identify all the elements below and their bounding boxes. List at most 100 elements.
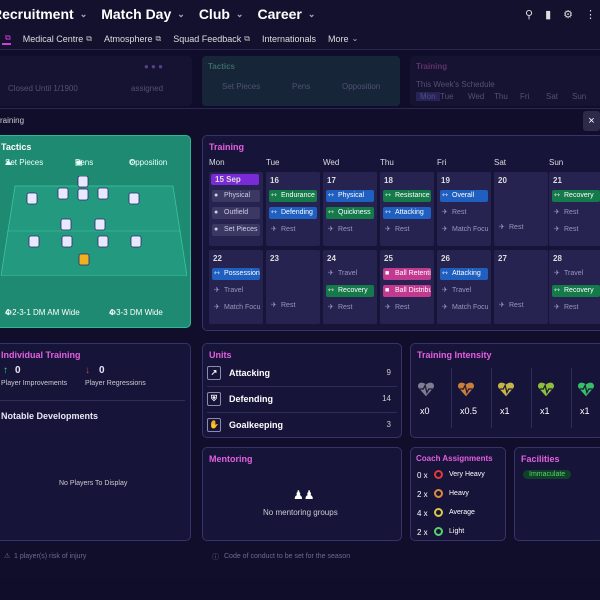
training-card[interactable]: Training Mon Tue Wed Thu Fri Sat Sun 15 Sep ● Phy… xyxy=(202,135,600,331)
unit-row-attacking[interactable]: ↗ Attacking 9 xyxy=(207,364,397,384)
training-session[interactable]: ⇿ Resistance xyxy=(383,190,431,202)
mentoring-card[interactable]: Mentoring ♟♟ No mentoring groups xyxy=(202,447,402,541)
training-session[interactable]: ⇿ Defending xyxy=(269,207,317,219)
session-icon: ⇿ xyxy=(385,192,391,199)
training-session[interactable]: ■ Ball Retention xyxy=(383,268,431,280)
training-session[interactable]: ⇿ Physical xyxy=(326,190,374,202)
player-shirt[interactable] xyxy=(97,187,109,200)
training-session[interactable]: ✈ Rest xyxy=(383,302,431,314)
training-session[interactable]: ✈ Rest xyxy=(552,207,600,219)
training-session[interactable]: ● Set Pieces xyxy=(212,224,260,236)
subnav-current[interactable]: ⧉ xyxy=(2,33,11,45)
nav-club[interactable]: Club ⌄ xyxy=(199,6,244,22)
close-button[interactable]: × xyxy=(583,111,600,131)
bg-day: Mon xyxy=(416,92,440,101)
training-session[interactable]: ✈ Rest xyxy=(326,224,374,236)
training-session[interactable]: ⇿ Attacking xyxy=(440,268,488,280)
training-session[interactable]: ⇿ Recovery xyxy=(552,285,600,297)
workload-ring-icon xyxy=(434,489,443,498)
session-icon: ✈ xyxy=(442,226,448,233)
formation-pitch[interactable] xyxy=(1,176,187,276)
nav-recruitment[interactable]: Recruitment ⌄ xyxy=(0,6,87,22)
session-icon: ✈ xyxy=(554,304,560,311)
training-session[interactable]: ✈ Travel xyxy=(440,285,488,297)
player-shirt[interactable] xyxy=(128,192,140,205)
nav-career[interactable]: Career ⌄ xyxy=(257,6,315,22)
subnav-more[interactable]: More ⌄ xyxy=(328,34,358,44)
training-session[interactable]: ● Outfield xyxy=(212,207,260,219)
divider xyxy=(571,368,572,428)
training-session[interactable]: ✈ Travel xyxy=(212,285,260,297)
player-shirt[interactable] xyxy=(60,218,72,231)
player-shirt[interactable] xyxy=(28,235,40,248)
training-session[interactable]: ✈ Rest xyxy=(269,224,317,236)
training-session[interactable]: ⇿ Overall xyxy=(440,190,488,202)
coach-count: 2 x xyxy=(417,528,428,537)
training-session[interactable]: ✈ Match Focus xyxy=(440,224,488,236)
heart-icon[interactable] xyxy=(577,380,595,398)
settings-icon[interactable]: ⚙ xyxy=(563,8,573,21)
bg-day: Wed xyxy=(468,92,485,101)
subnav-atmosphere[interactable]: Atmosphere ⧉ xyxy=(104,34,161,44)
nav-match-day[interactable]: Match Day ⌄ xyxy=(101,6,185,22)
session-label: Quickness xyxy=(338,209,371,216)
inbox-icon[interactable]: ▮ xyxy=(545,8,551,21)
training-session[interactable]: ✈ Rest xyxy=(497,222,545,234)
player-shirt[interactable] xyxy=(97,235,109,248)
training-session[interactable]: ✈ Rest xyxy=(497,300,545,312)
player-shirt[interactable] xyxy=(94,218,106,231)
unit-row-goalkeeping[interactable]: ✋ Goalkeeping 3 xyxy=(207,416,397,436)
training-session[interactable]: ✈ Rest xyxy=(440,207,488,219)
units-card[interactable]: Units ↗ Attacking 9 ⛨ Defending 14 ✋ Goa… xyxy=(202,343,402,438)
training-session[interactable]: ✈ Rest xyxy=(552,302,600,314)
training-session[interactable]: ✈ Rest xyxy=(269,300,317,312)
training-session[interactable]: ⇿ Possession xyxy=(212,268,260,280)
training-session[interactable]: ✈ Rest xyxy=(383,224,431,236)
training-session[interactable]: ✈ Rest xyxy=(326,302,374,314)
heart-icon[interactable] xyxy=(497,380,515,398)
training-session[interactable]: ⇿ Quickness xyxy=(326,207,374,219)
training-intensity-card[interactable]: Training Intensity x0 x0.5 x1 x1 x1 xyxy=(410,343,600,438)
bg-text: assigned xyxy=(131,84,164,93)
subnav-squad-feedback[interactable]: Squad Feedback ⧉ xyxy=(173,34,250,44)
individual-training-card[interactable]: Individual Training ↑ 0 Player Improveme… xyxy=(0,343,191,541)
session-icon: ✈ xyxy=(328,226,334,233)
subnav-internationals[interactable]: Internationals xyxy=(262,34,316,44)
player-shirt[interactable] xyxy=(26,192,38,205)
player-shirt[interactable] xyxy=(61,235,73,248)
training-session[interactable]: ⇿ Endurance xyxy=(269,190,317,202)
player-shirt[interactable] xyxy=(77,176,89,188)
subnav-medical-centre[interactable]: Medical Centre ⧉ xyxy=(23,34,92,44)
player-shirt[interactable] xyxy=(77,188,89,201)
heart-icon[interactable] xyxy=(417,380,435,398)
more-icon[interactable]: ⋮ xyxy=(585,8,596,21)
date-label: 28 xyxy=(553,254,562,263)
player-shirt[interactable] xyxy=(130,235,142,248)
training-session[interactable]: ● Physical xyxy=(212,190,260,202)
coach-assignments-card[interactable]: Coach Assignments 0 x Very Heavy 2 x Heavy 4… xyxy=(410,447,506,541)
training-session[interactable]: ⇿ Recovery xyxy=(552,190,600,202)
training-session[interactable]: ✈ Travel xyxy=(552,268,600,280)
player-shirt[interactable] xyxy=(57,187,69,200)
training-session[interactable]: ■ Ball Distribution xyxy=(383,285,431,297)
session-icon: ✈ xyxy=(328,270,334,277)
coach-label: Average xyxy=(449,509,475,516)
training-session[interactable]: ⇿ Attacking xyxy=(383,207,431,219)
heart-icon[interactable] xyxy=(457,380,475,398)
training-session[interactable]: ✈ Match Focus xyxy=(440,302,488,314)
session-label: Travel xyxy=(224,287,244,294)
training-session[interactable]: ✈ Match Focus xyxy=(212,302,260,314)
goalkeeper-shirt[interactable] xyxy=(78,253,90,266)
training-session[interactable]: ✈ Travel xyxy=(326,268,374,280)
facilities-card[interactable]: Facilities Immaculate xyxy=(514,447,600,541)
unit-row-defending[interactable]: ⛨ Defending 14 xyxy=(207,390,397,410)
card-title: Mentoring xyxy=(209,454,253,464)
training-session[interactable]: ✈ Rest xyxy=(552,224,600,236)
facilities-badge: Immaculate xyxy=(523,470,572,479)
session-icon: ✈ xyxy=(442,209,448,216)
info-icon: ⓘ xyxy=(212,554,219,561)
training-session[interactable]: ⇿ Recovery xyxy=(326,285,374,297)
search-icon[interactable]: ⚲ xyxy=(525,8,533,21)
heart-icon[interactable] xyxy=(537,380,555,398)
tactics-card[interactable]: Tactics ⛰ Set Pieces ▣ Pens ⚙ Opposition… xyxy=(0,135,191,328)
